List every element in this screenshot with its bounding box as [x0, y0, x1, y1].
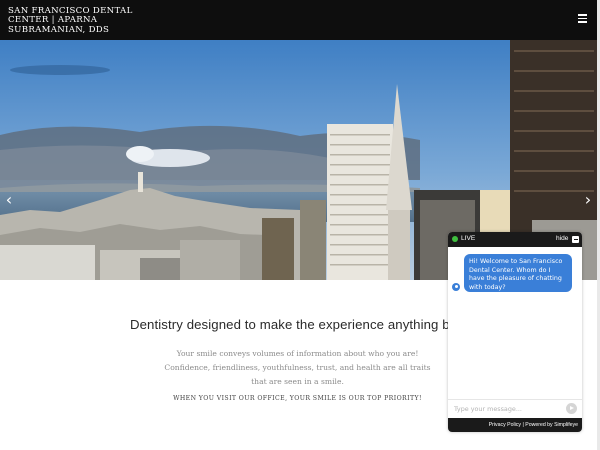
chat-footer: Privacy Policy | Powered by Simplifeye — [448, 418, 582, 432]
privacy-policy-link[interactable]: Privacy Policy — [489, 422, 521, 428]
chat-footer-text: Privacy Policy | Powered by Simplifeye — [489, 422, 578, 428]
agent-avatar-icon — [452, 283, 460, 291]
chat-message-input[interactable] — [454, 403, 562, 415]
chat-live-label: LIVE — [461, 235, 476, 242]
intro-body-text: Your smile conveys volumes of informatio… — [164, 349, 431, 386]
chat-welcome-message: Hi! Welcome to San Francisco Dental Cent… — [464, 254, 572, 292]
site-header: SAN FRANCISCO DENTAL CENTER | APARNA SUB… — [0, 0, 597, 40]
live-status-dot-icon — [452, 236, 458, 242]
intro-heading: Dentistry designed to make the experienc… — [130, 317, 465, 332]
minimize-icon[interactable] — [572, 236, 579, 243]
intro-priority-text: WHEN YOU VISIT OUR OFFICE, YOUR SMILE IS… — [173, 395, 422, 402]
powered-by-link[interactable]: Powered by Simplifeye — [525, 422, 578, 428]
slider-prev-arrow-icon[interactable]: ‹ — [2, 190, 16, 210]
brand-logo-text[interactable]: SAN FRANCISCO DENTAL CENTER | APARNA SUB… — [8, 6, 148, 35]
slider-next-arrow-icon[interactable]: › — [581, 190, 595, 210]
send-arrow-icon[interactable] — [566, 403, 577, 414]
hamburger-icon[interactable] — [578, 14, 589, 23]
brand-line-3: SUBRAMANIAN, DDS — [8, 24, 110, 35]
live-chat-widget: LIVE hide Hi! Welcome to San Francisco D… — [448, 232, 582, 432]
chat-input-bar — [448, 399, 582, 417]
chat-hide-link[interactable]: hide — [556, 235, 568, 242]
chat-header: LIVE hide — [448, 232, 582, 247]
